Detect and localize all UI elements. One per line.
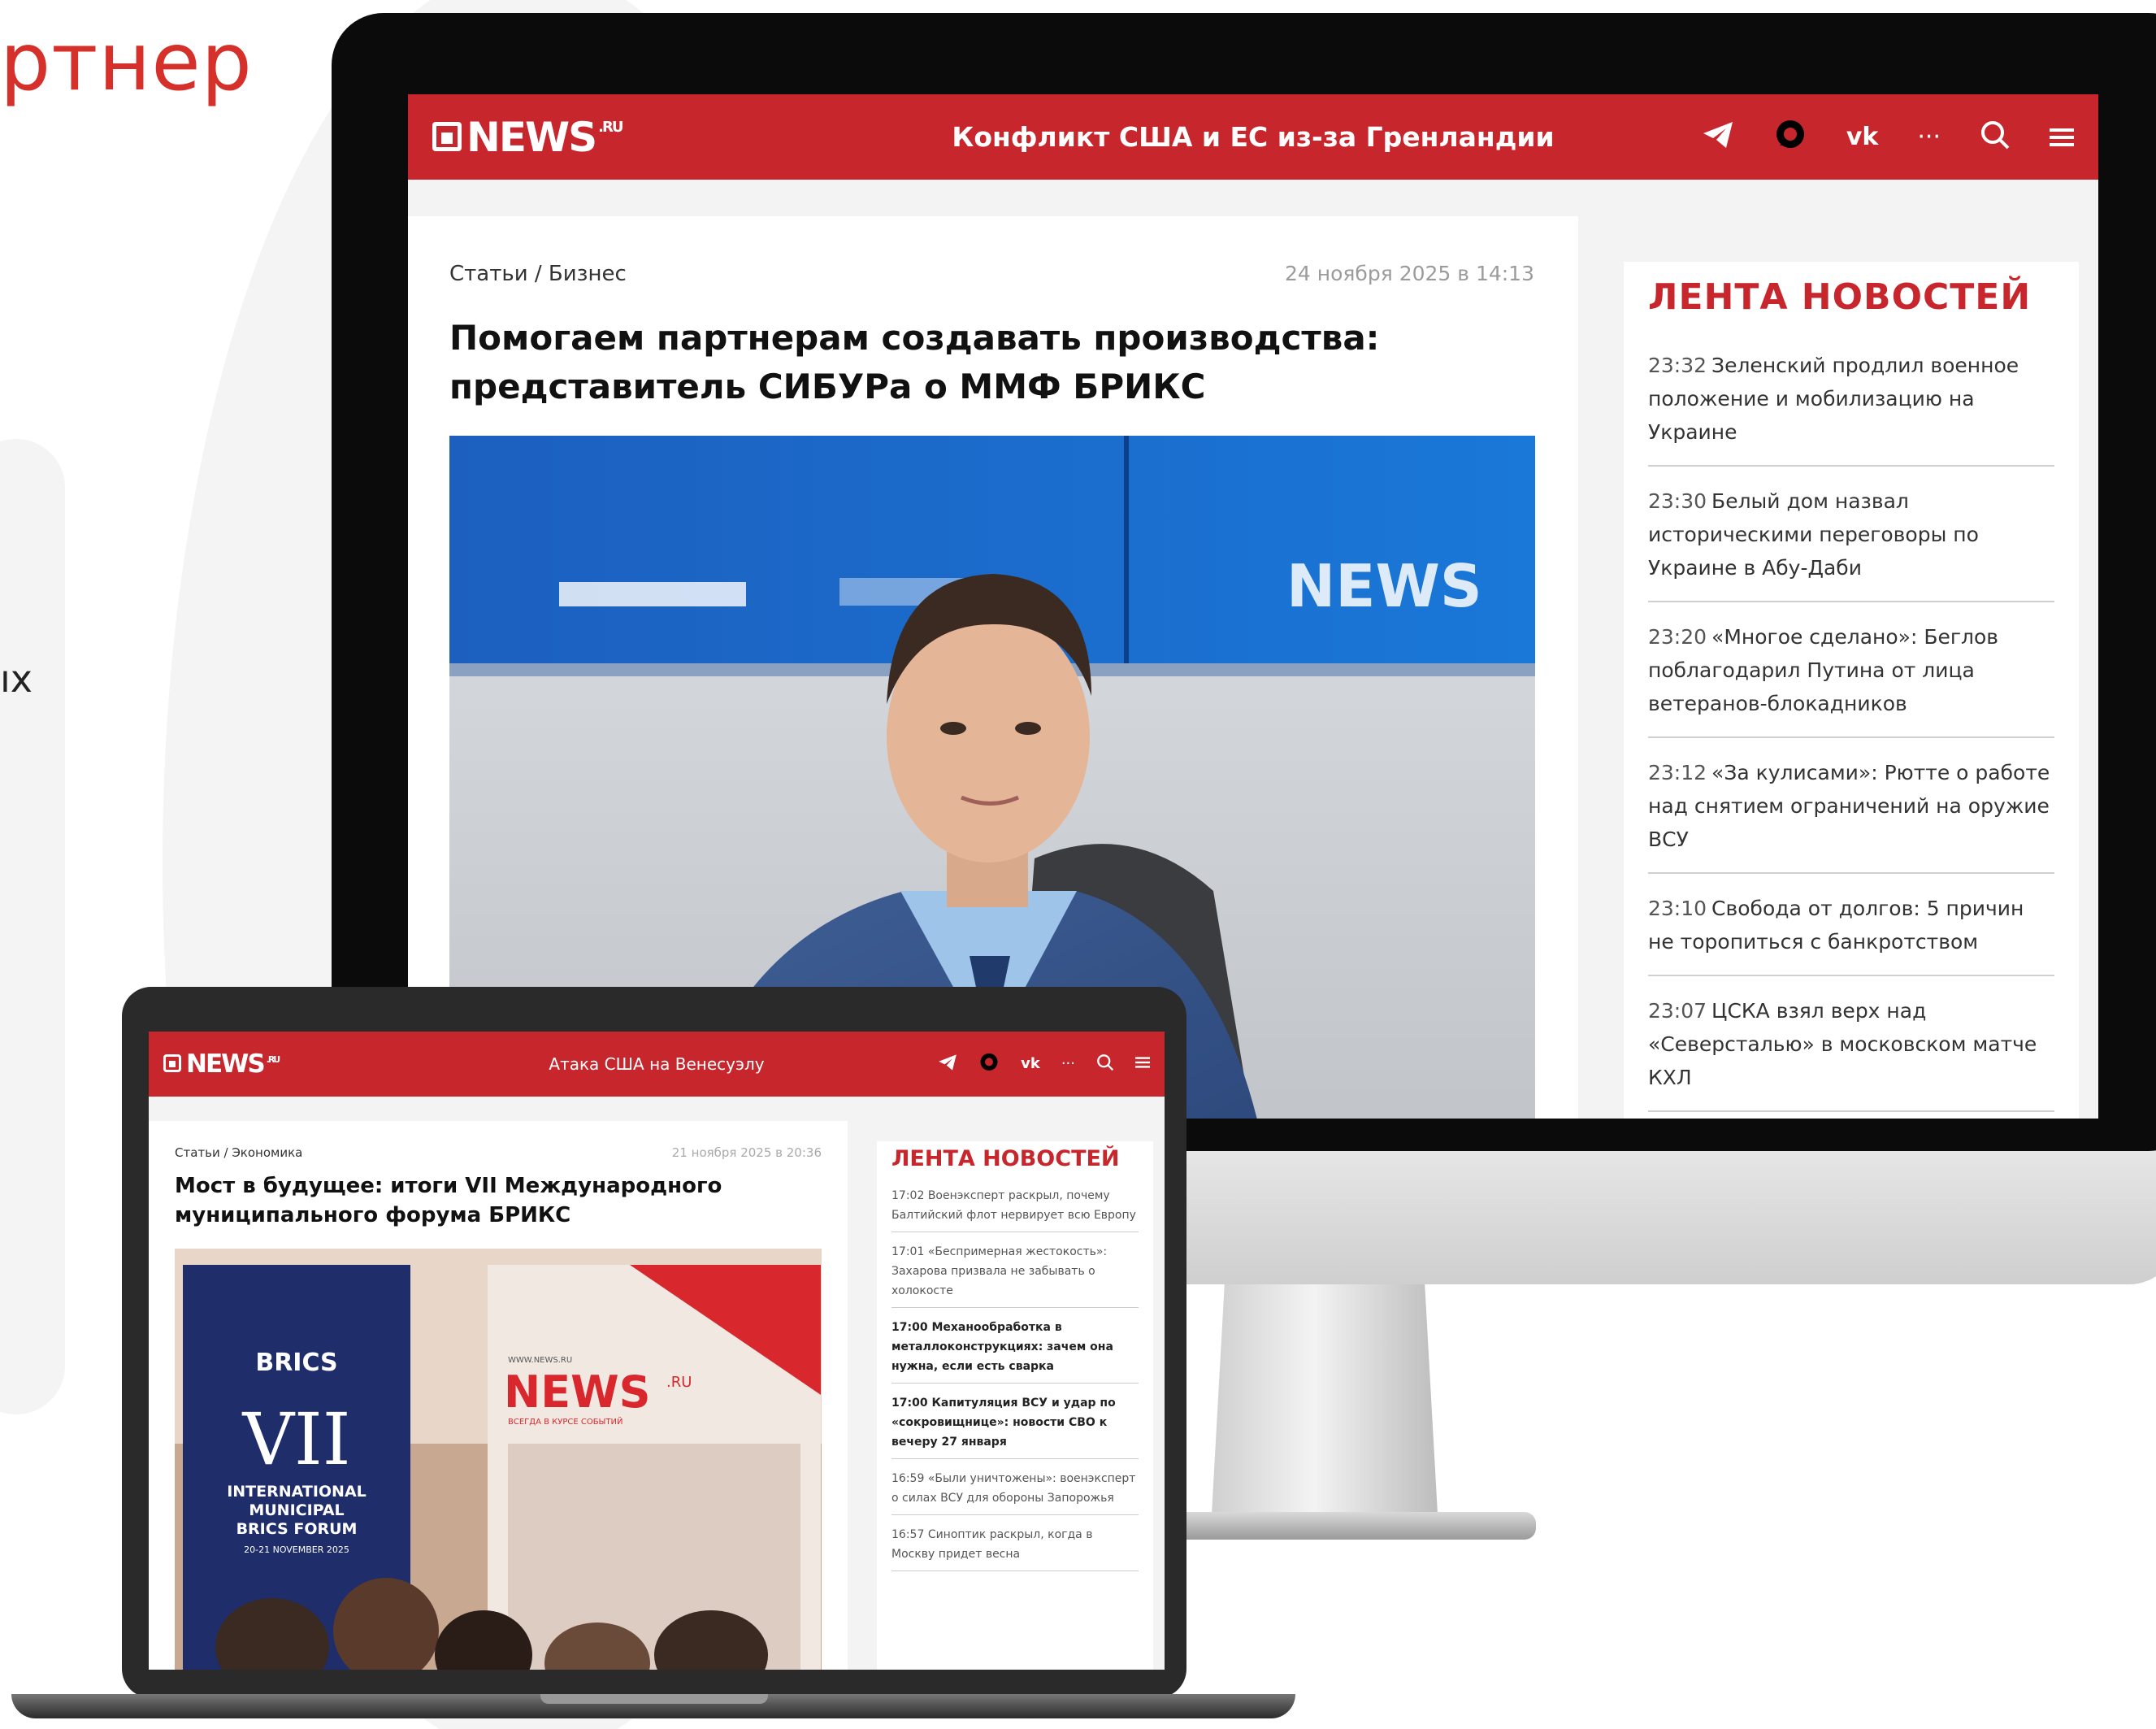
feed-time: 23:10 xyxy=(1648,897,1707,920)
article-headline: Мост в будущее: итоги VII Международного… xyxy=(175,1174,722,1227)
news-feed-item[interactable]: 23:20 «Многое сделано»: Беглов поблагодар… xyxy=(1648,620,2054,738)
side-text-fragment: ıх xyxy=(0,657,33,701)
poster-brics: BRICS xyxy=(255,1349,337,1377)
vk-icon[interactable]: vk xyxy=(1021,1057,1040,1071)
poster-forum-line2: MUNICIPAL xyxy=(249,1501,344,1519)
site-header: NEWS .RU Конфликт США и ЕС из-за Гренлан… xyxy=(408,94,2098,180)
news-feed-item[interactable]: 17:00 Механообработка в металлоконструкц… xyxy=(891,1318,1139,1384)
feed-time: 17:00 xyxy=(891,1321,928,1334)
breadcrumb[interactable]: Статьи / Бизнес xyxy=(449,262,627,286)
poster-dates: 20-21 NOVEMBER 2025 xyxy=(244,1544,349,1555)
news-feed-item[interactable]: 16:57 Синоптик раскрыл, когда в Москву п… xyxy=(891,1525,1139,1571)
feed-time: 16:57 xyxy=(891,1528,925,1541)
monitor-screen: NEWS .RU Конфликт США и ЕС из-за Гренлан… xyxy=(408,94,2098,1119)
news-feed: ЛЕНТА НОВОСТЕЙ 17:02 Военэксперт раскрыл… xyxy=(877,1141,1153,1670)
feed-time: 23:32 xyxy=(1648,354,1707,377)
more-icon[interactable]: ··· xyxy=(1061,1057,1075,1071)
feed-time: 23:12 xyxy=(1648,761,1707,784)
feed-time: 17:00 xyxy=(891,1397,928,1410)
feed-time: 16:59 xyxy=(891,1472,925,1485)
header-icons: vk ··· xyxy=(938,1052,1150,1077)
news-feed-item[interactable]: 17:00 Капитуляция ВСУ и удар по «сокрови… xyxy=(891,1393,1139,1459)
feed-text: Военэксперт раскрыл, почему Балтийский ф… xyxy=(891,1189,1136,1222)
telegram-icon[interactable] xyxy=(938,1053,957,1075)
feed-time: 23:20 xyxy=(1648,625,1707,649)
article-card: Статьи / Бизнес 24 ноября 2025 в 14:13 П… xyxy=(408,216,1578,1119)
search-icon[interactable] xyxy=(1096,1053,1114,1075)
monitor-stand xyxy=(1211,1284,1438,1528)
news-feed-item[interactable]: 23:32 Зеленский продлил военное положение… xyxy=(1648,349,2054,467)
telegram-icon[interactable] xyxy=(1702,120,1734,154)
poster-tagline: ВСЕГДА В КУРСЕ СОБЫТИЙ xyxy=(508,1416,623,1427)
article-date: 24 ноября 2025 в 14:13 xyxy=(1284,262,1534,285)
feed-text: «За кулисами»: Рютте о работе над снятие… xyxy=(1648,761,2050,851)
backdrop-news-logo: NEWS xyxy=(1286,552,1482,620)
site-header: NEWS .RU Атака США на Венесуэлу vk ··· xyxy=(149,1032,1165,1097)
news-feed-item[interactable]: 23:30 Белый дом назвал историческими пере… xyxy=(1648,484,2054,602)
laptop-notch xyxy=(540,1694,768,1704)
article-hero-photo[interactable]: BRICS VII INTERNATIONAL MUNICIPAL BRICS … xyxy=(175,1249,822,1670)
poster-url: WWW.NEWS.RU xyxy=(508,1356,572,1365)
max-icon[interactable] xyxy=(978,1052,1000,1077)
article-date: 21 ноября 2025 в 20:36 xyxy=(671,1145,822,1160)
news-feed-item[interactable]: 23:07 ЦСКА взял верх над «Северсталью» в … xyxy=(1648,994,2054,1112)
news-feed-item[interactable]: 23:10 Свобода от долгов: 5 причин не торо… xyxy=(1648,892,2054,976)
news-feed: ЛЕНТА НОВОСТЕЙ 23:32 Зеленский продлил во… xyxy=(1624,262,2079,1119)
more-icon[interactable]: ··· xyxy=(1917,124,1941,150)
poster-forum-line3: BRICS FORUM xyxy=(236,1520,358,1538)
news-feed-title: ЛЕНТА НОВОСТЕЙ xyxy=(891,1146,1120,1171)
header-icons: vk ··· xyxy=(1702,118,2074,157)
menu-icon[interactable] xyxy=(1135,1055,1150,1073)
vk-icon[interactable]: vk xyxy=(1846,124,1879,150)
feed-time: 17:01 xyxy=(891,1245,925,1258)
max-icon[interactable] xyxy=(1773,118,1807,157)
news-feed-item[interactable]: 17:02 Военэксперт раскрыл, почему Балтий… xyxy=(891,1186,1139,1232)
feed-time: 23:30 xyxy=(1648,489,1707,513)
feed-time: 23:07 xyxy=(1648,999,1707,1023)
news-feed-item[interactable]: 16:59 «Были уничтожены»: военэксперт о с… xyxy=(891,1469,1139,1515)
laptop-screen: NEWS .RU Атака США на Венесуэлу vk ··· С… xyxy=(149,1032,1165,1670)
poster-numeral: VII xyxy=(241,1397,350,1481)
poster-news-logo: NEWS xyxy=(504,1366,651,1418)
article-card: Статьи / Экономика 21 ноября 2025 в 20:3… xyxy=(149,1121,848,1670)
news-feed-title: ЛЕНТА НОВОСТЕЙ xyxy=(1648,276,2032,318)
poster-news-suffix: .RU xyxy=(666,1374,692,1391)
news-feed-item[interactable]: 23:12 «За кулисами»: Рютте о работе над с… xyxy=(1648,756,2054,874)
article-headline: Помогаем партнерам создавать производств… xyxy=(449,318,1380,406)
background-shape-left xyxy=(0,439,65,1414)
breadcrumb[interactable]: Статьи / Экономика xyxy=(175,1145,302,1160)
feed-text: «Беспримерная жестокость»: Захарова приз… xyxy=(891,1245,1108,1297)
news-feed-item[interactable]: 17:01 «Беспримерная жестокость»: Захаров… xyxy=(891,1242,1139,1308)
feed-text: «Были уничтожены»: военэксперт о силах В… xyxy=(891,1472,1136,1505)
poster-forum-line1: INTERNATIONAL xyxy=(227,1483,367,1501)
brand-word-fragment: ртнер xyxy=(0,16,253,109)
search-icon[interactable] xyxy=(1980,119,2011,155)
menu-icon[interactable] xyxy=(2050,122,2074,153)
feed-time: 17:02 xyxy=(891,1189,925,1202)
